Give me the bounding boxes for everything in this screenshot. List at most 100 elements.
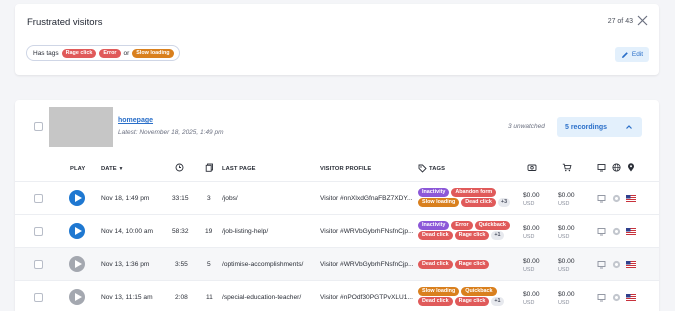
more-tags-badge[interactable]: +3: [497, 198, 511, 207]
unwatched-count: 3 unwatched: [508, 123, 545, 130]
cart-currency: USD: [558, 234, 570, 240]
tag-dead-click: Dead click: [461, 198, 496, 207]
tag-rage-click: Rage click: [454, 260, 490, 269]
close-icon[interactable]: [637, 15, 648, 26]
row-last-page: /optimise-accomplishments/: [222, 261, 304, 268]
row-last-page: /special-education-teacher/: [222, 294, 302, 301]
table-row[interactable]: Nov 13, 1:36 pm 3:55 5 /optimise-accompl…: [15, 247, 659, 280]
row-last-page: /job-listing-help/: [222, 228, 269, 235]
cart-value: $0.00: [558, 258, 575, 265]
row-duration: 3:55: [175, 261, 188, 268]
row-duration: 2:08: [175, 294, 188, 301]
play-icon: [74, 293, 82, 301]
revenue-currency: USD: [523, 201, 535, 207]
filter-tag-rage-click: Rage click: [61, 48, 97, 58]
chrome-icon: [612, 194, 621, 203]
page-group-panel: homepage Latest: November 18, 2025, 1:49…: [15, 100, 659, 311]
cart-value: $0.00: [558, 192, 575, 199]
segment-title: Frustrated visitors: [27, 17, 103, 28]
edit-button[interactable]: Edit: [615, 47, 649, 62]
play-icon: [74, 194, 82, 202]
col-header-tags: TAGS: [429, 166, 446, 172]
chrome-icon: [612, 293, 621, 302]
tag-abandon-form: Abandon form: [451, 188, 497, 197]
revenue-value: $0.00: [523, 192, 540, 199]
revenue-value: $0.00: [523, 258, 540, 265]
play-button[interactable]: [69, 190, 85, 206]
row-duration: 58:32: [172, 228, 189, 235]
tag-filter-pill[interactable]: Has tags Rage click Error or Slow loadin…: [26, 45, 180, 61]
more-tags-badge[interactable]: +1: [491, 231, 504, 240]
table-row[interactable]: Nov 14, 10:00 am 58:32 19 /job-listing-h…: [15, 214, 659, 247]
segment-panel: Frustrated visitors 27 of 43 Has tags Ra…: [15, 4, 659, 75]
row-visitor[interactable]: Visitor #nPOdf30PGTPvXLU1...: [320, 294, 413, 301]
tag-dead-click: Dead click: [418, 297, 453, 306]
chevron-up-icon: [626, 125, 632, 129]
row-cart: $0.00 USD: [558, 290, 575, 308]
row-checkbox[interactable]: [34, 194, 43, 203]
tag-dead-click: Dead click: [418, 260, 453, 269]
row-pages: 5: [207, 261, 211, 268]
row-date: Nov 13, 1:36 pm: [101, 261, 150, 268]
play-icon: [74, 260, 82, 268]
cart-currency: USD: [558, 201, 570, 207]
row-visitor[interactable]: Visitor #WRVbGybrhFNsfnCjp...: [320, 261, 414, 268]
row-revenue: $0.00 USD: [523, 290, 540, 308]
us-flag-icon: [626, 261, 636, 268]
table-row[interactable]: Nov 13, 11:15 am 2:08 11 /special-educat…: [15, 280, 659, 311]
tag-error: Error: [451, 221, 473, 230]
row-pages: 3: [207, 195, 211, 202]
device-icon: [597, 164, 606, 172]
row-checkbox[interactable]: [34, 293, 43, 302]
revenue-icon: [527, 164, 537, 171]
row-visitor[interactable]: Visitor #nnXlxdGfnaFBZ7XDY...: [320, 195, 412, 202]
row-date: Nov 13, 11:15 am: [101, 294, 153, 301]
cart-currency: USD: [558, 300, 570, 306]
desktop-icon: [597, 228, 606, 236]
row-date: Nov 18, 1:49 pm: [101, 195, 150, 202]
pages-icon: [205, 163, 213, 172]
row-checkbox[interactable]: [34, 227, 43, 236]
row-revenue: $0.00 USD: [523, 191, 540, 209]
row-tags: Dead click Rage click: [418, 260, 514, 269]
cart-currency: USD: [558, 267, 570, 273]
filter-tag-error: Error: [99, 48, 121, 58]
page-name-link[interactable]: homepage: [118, 117, 153, 124]
row-visitor[interactable]: Visitor #WRVbGybrhFNsfnCjp...: [320, 228, 414, 235]
desktop-icon: [597, 294, 606, 302]
tag-slow-loading: Slow loading: [418, 198, 460, 207]
desktop-icon: [597, 195, 606, 203]
latest-visit-text: Latest: November 18, 2025, 1:49 pm: [118, 129, 224, 136]
segment-counter: 27 of 43: [607, 18, 633, 25]
play-button[interactable]: [69, 223, 85, 239]
col-header-visitor-profile: VISITOR PROFILE: [320, 166, 372, 172]
row-revenue: $0.00 USD: [523, 224, 540, 242]
us-flag-icon: [626, 228, 636, 235]
row-cart: $0.00 USD: [558, 191, 575, 209]
col-header-play: PLAY: [70, 166, 86, 172]
play-button[interactable]: [69, 289, 85, 305]
us-flag-icon: [626, 294, 636, 301]
page-thumbnail: [49, 107, 113, 147]
row-cart: $0.00 USD: [558, 257, 575, 275]
location-icon: [628, 163, 634, 172]
play-button[interactable]: [69, 256, 85, 272]
row-checkbox[interactable]: [34, 260, 43, 269]
tag-inactivity: Inactivity: [418, 188, 450, 197]
row-date: Nov 14, 10:00 am: [101, 228, 154, 235]
table-row[interactable]: Nov 18, 1:49 pm 33:15 3 /jobs/ Visitor #…: [15, 181, 659, 214]
recordings-toggle-button[interactable]: 5 recordings: [557, 117, 642, 137]
group-checkbox[interactable]: [34, 122, 43, 131]
col-header-date-label: DATE: [101, 166, 117, 172]
row-tags: Inactivity Error Quickback Dead click Ra…: [418, 221, 514, 240]
col-header-date[interactable]: DATE ▼: [101, 166, 124, 172]
more-tags-badge[interactable]: +1: [491, 297, 504, 306]
tag-dead-click: Dead click: [418, 231, 453, 240]
tag-slow-loading: Slow loading: [418, 287, 460, 296]
tag-rage-click: Rage click: [454, 297, 490, 306]
row-tags: Inactivity Abandon form Slow loading Dea…: [418, 188, 514, 207]
cart-value: $0.00: [558, 225, 575, 232]
duration-clock-icon: [175, 163, 184, 172]
browser-icon: [612, 163, 621, 172]
cart-value: $0.00: [558, 291, 575, 298]
